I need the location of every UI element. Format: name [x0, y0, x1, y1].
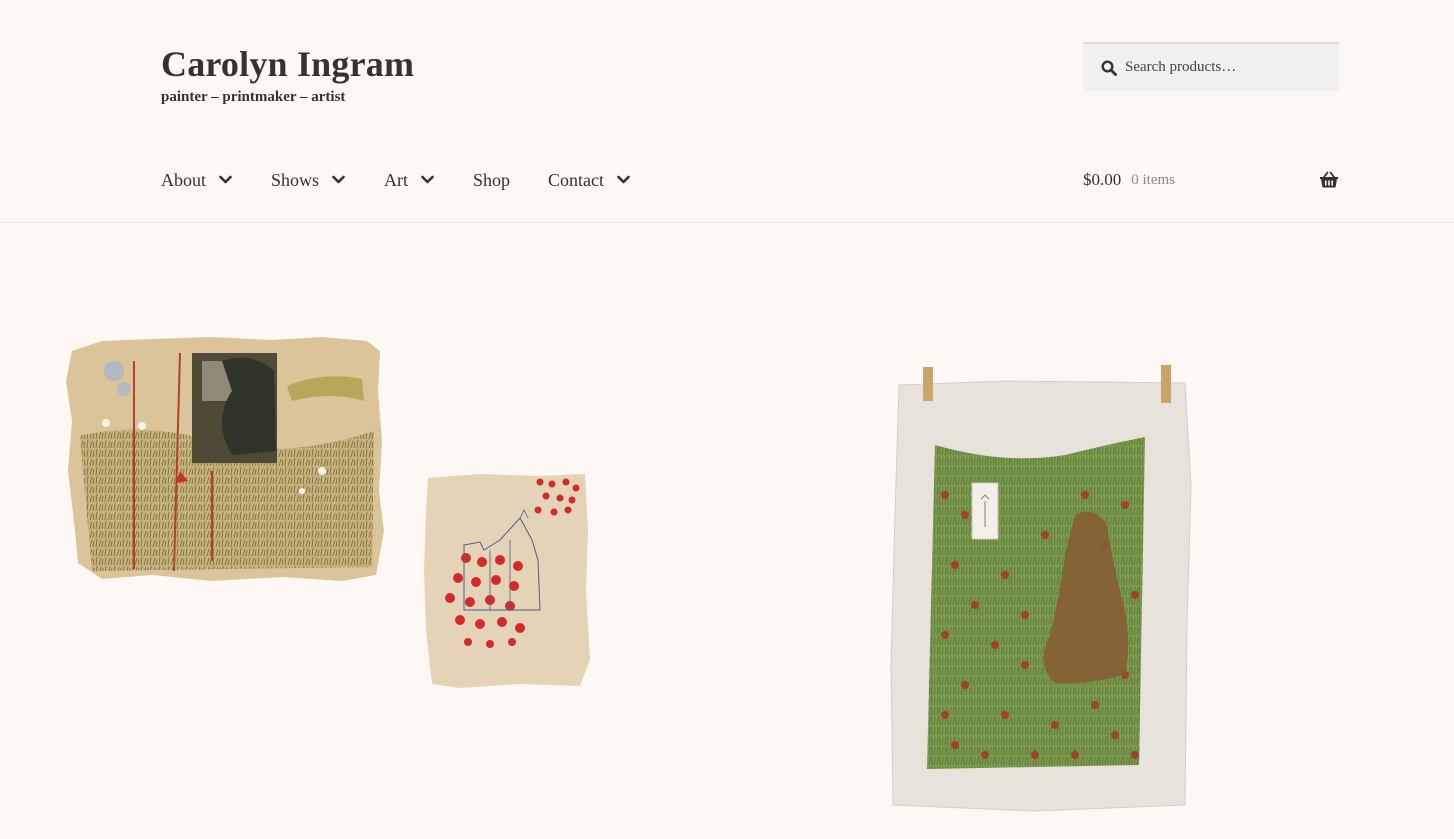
nav-item-about[interactable]: About — [161, 170, 232, 191]
search-input[interactable] — [1125, 59, 1325, 76]
page-content — [0, 223, 1454, 839]
cart-amount[interactable]: $0.00 — [1083, 170, 1121, 190]
artwork-garden-collage[interactable] — [62, 331, 390, 589]
nav-item-shows[interactable]: Shows — [271, 170, 345, 191]
nav-item-contact[interactable]: Contact — [548, 170, 630, 191]
chevron-down-icon[interactable] — [421, 175, 434, 185]
search-icon[interactable] — [1101, 59, 1117, 76]
nav-item-label: Art — [384, 169, 409, 190]
chevron-down-icon[interactable] — [617, 175, 630, 185]
nav-item-label: About — [161, 169, 206, 190]
artwork-house-poppies[interactable] — [420, 470, 592, 692]
header-cart[interactable]: $0.00 0 items — [1083, 168, 1339, 192]
nav-item-label: Shows — [271, 169, 320, 190]
cart-item-count[interactable]: 0 items — [1131, 172, 1175, 189]
site-tagline: painter – printmaker – artist — [161, 89, 346, 105]
search-form — [1083, 42, 1339, 91]
site-header: Carolyn Ingram painter – printmaker – ar… — [0, 0, 1454, 223]
basket-icon[interactable] — [1319, 171, 1339, 189]
primary-navigation: About Shows Art Shop Contact — [161, 168, 630, 192]
chevron-down-icon[interactable] — [219, 175, 232, 185]
nav-item-art[interactable]: Art — [384, 170, 434, 191]
chevron-down-icon[interactable] — [332, 175, 345, 185]
artwork-poppy-field-print[interactable] — [885, 365, 1195, 820]
nav-item-label: Shop — [473, 169, 511, 190]
nav-item-shop[interactable]: Shop — [473, 170, 510, 191]
nav-item-label: Contact — [548, 169, 605, 190]
site-title[interactable]: Carolyn Ingram — [161, 40, 414, 88]
